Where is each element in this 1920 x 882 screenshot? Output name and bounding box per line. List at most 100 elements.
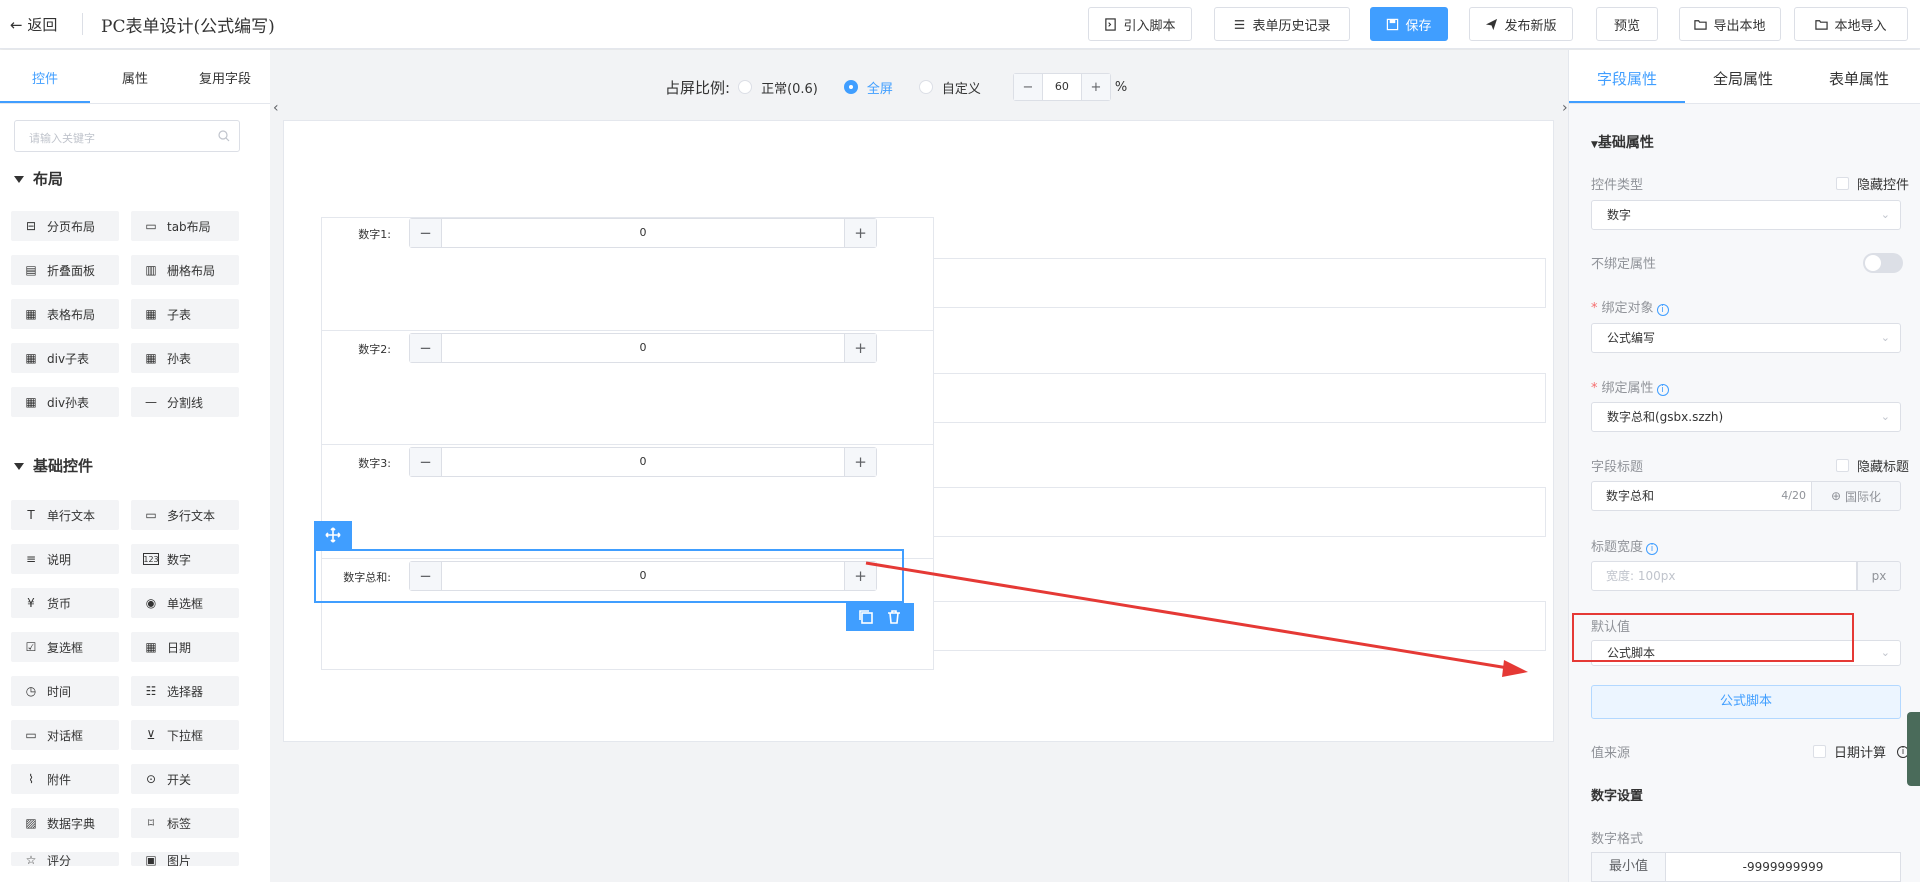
number-input-3[interactable]: −0 +: [409, 447, 877, 477]
number-input-sum[interactable]: −0 +: [409, 561, 877, 591]
globe-icon: ⊕: [1830, 489, 1842, 503]
zoom-value[interactable]: 60: [1041, 74, 1082, 100]
min-label: 最小值: [1591, 852, 1665, 882]
comp-collapse-panel[interactable]: ▤ 折叠面板: [11, 255, 119, 285]
comp-subtable[interactable]: ▦ 子表: [131, 299, 239, 329]
trash-icon[interactable]: [886, 609, 902, 625]
dialog-icon: ▭: [25, 728, 37, 742]
unbind-toggle[interactable]: [1863, 253, 1903, 273]
ratio-normal-radio[interactable]: 正常(0.6): [738, 78, 818, 97]
comp-attachment[interactable]: ⌇ 附件: [11, 764, 119, 794]
i18n-button[interactable]: ⊕ 国际化: [1811, 481, 1901, 511]
formula-script-button[interactable]: 公式脚本: [1591, 685, 1901, 719]
comp-radio[interactable]: ◉ 单选框: [131, 588, 239, 618]
plus-button[interactable]: +: [844, 219, 876, 247]
back-button[interactable]: ← 返回: [10, 14, 57, 35]
caret-down-icon: [14, 463, 24, 470]
comp-divider[interactable]: — 分割线: [131, 387, 239, 417]
number-icon: 123: [143, 553, 159, 565]
comp-grandchild-table[interactable]: ▦ 孙表: [131, 343, 239, 373]
plus-button[interactable]: +: [844, 448, 876, 476]
comp-dialog[interactable]: ▭ 对话框: [11, 720, 119, 750]
plus-button[interactable]: +: [844, 334, 876, 362]
bind-prop-select[interactable]: 数字总和(gsbx.szzh) ⌄: [1591, 402, 1901, 432]
chevron-right-icon[interactable]: ›: [1562, 100, 1568, 116]
copy-icon[interactable]: [858, 609, 874, 625]
comp-image[interactable]: ▣ 图片: [131, 852, 239, 866]
comp-page-layout[interactable]: ⊟ 分页布局: [11, 211, 119, 241]
minus-button[interactable]: −: [410, 562, 442, 590]
search-input[interactable]: 请输入关键字: [14, 120, 240, 152]
tab-controls[interactable]: 控件: [0, 68, 90, 87]
comp-div-subtable[interactable]: ▦ div子表: [11, 343, 119, 373]
tab-global-properties[interactable]: 全局属性: [1685, 68, 1801, 89]
text-icon: T: [27, 508, 35, 522]
minus-button[interactable]: −: [410, 448, 442, 476]
move-handle[interactable]: [314, 521, 352, 549]
plus-button[interactable]: +: [844, 562, 876, 590]
tab-reuse-fields[interactable]: 复用字段: [180, 68, 270, 87]
selector-icon: ☷: [145, 684, 157, 698]
basic-properties-header[interactable]: ▼基础属性: [1591, 132, 1654, 152]
tab-properties[interactable]: 属性: [90, 68, 180, 87]
zoom-minus-button[interactable]: −: [1013, 74, 1042, 100]
comp-table-layout[interactable]: ▦ 表格布局: [11, 299, 119, 329]
title-width-input[interactable]: 宽度: 100px: [1591, 561, 1857, 591]
chevron-left-icon[interactable]: ‹: [273, 100, 279, 116]
info-icon[interactable]: i: [1646, 543, 1659, 555]
comp-rating[interactable]: ☆ 评分: [11, 852, 119, 866]
comp-time[interactable]: ◷ 时间: [11, 676, 119, 706]
comp-description[interactable]: ≡ 说明: [11, 544, 119, 574]
field-title-input[interactable]: 数字总和 4/20: [1591, 481, 1811, 511]
bind-object-select[interactable]: 公式编写 ⌄: [1591, 323, 1901, 353]
image-icon: ▣: [145, 853, 157, 866]
date-calc-checkbox[interactable]: 日期计算 i: [1812, 742, 1909, 761]
comp-tag[interactable]: ⌑ 标签: [131, 808, 239, 838]
minus-button[interactable]: −: [410, 334, 442, 362]
min-value-input[interactable]: -9999999999: [1665, 852, 1901, 882]
hide-control-checkbox[interactable]: 隐藏控件: [1835, 174, 1909, 193]
comp-single-text[interactable]: T 单行文本: [11, 500, 119, 530]
basic-section-header[interactable]: 基础控件: [14, 455, 93, 476]
comp-multi-text[interactable]: ▭ 多行文本: [131, 500, 239, 530]
comp-grid-layout[interactable]: ▥ 栅格布局: [131, 255, 239, 285]
comp-data-dictionary[interactable]: ▨ 数据字典: [11, 808, 119, 838]
comp-switch[interactable]: ⊙ 开关: [131, 764, 239, 794]
table-icon: ▦: [25, 395, 37, 409]
layout-section-header[interactable]: 布局: [14, 168, 63, 189]
tab-field-properties[interactable]: 字段属性: [1569, 68, 1685, 89]
comp-currency[interactable]: ¥ 货币: [11, 588, 119, 618]
number-input-1[interactable]: −0 +: [409, 218, 877, 248]
side-widget[interactable]: [1907, 712, 1920, 786]
dropdown-icon: ⊻: [146, 728, 156, 742]
zoom-stepper[interactable]: − 60 +: [1012, 73, 1111, 101]
tab-form-properties[interactable]: 表单属性: [1801, 68, 1917, 89]
number-input-2[interactable]: −0 +: [409, 333, 877, 363]
publish-button[interactable]: 发布新版: [1469, 7, 1573, 41]
save-button[interactable]: 保存: [1370, 7, 1448, 41]
control-type-select[interactable]: 数字 ⌄: [1591, 200, 1901, 230]
zoom-plus-button[interactable]: +: [1081, 74, 1110, 100]
export-local-button[interactable]: 导出本地: [1679, 7, 1781, 41]
hide-title-checkbox[interactable]: 隐藏标题: [1835, 456, 1909, 475]
comp-div-grandchild-table[interactable]: ▦ div孙表: [11, 387, 119, 417]
info-icon[interactable]: i: [1656, 304, 1669, 316]
px-unit: px: [1857, 561, 1901, 591]
comp-dropdown[interactable]: ⊻ 下拉框: [131, 720, 239, 750]
form-history-button[interactable]: 表单历史记录: [1214, 7, 1350, 41]
preview-button[interactable]: 预览: [1596, 7, 1658, 41]
comp-checkbox[interactable]: ☑ 复选框: [11, 632, 119, 662]
field-title-label: 字段标题: [1591, 460, 1644, 475]
min-value-row: 最小值 -9999999999: [1591, 852, 1901, 882]
info-icon[interactable]: i: [1656, 384, 1669, 396]
comp-date[interactable]: ▦ 日期: [131, 632, 239, 662]
ratio-fullscreen-radio[interactable]: 全屏: [843, 78, 893, 97]
minus-button[interactable]: −: [410, 219, 442, 247]
import-script-button[interactable]: 引入脚本: [1088, 7, 1192, 41]
comp-number[interactable]: 123 数字: [131, 544, 239, 574]
top-bar: ← 返回 PC表单设计(公式编写) 引入脚本 表单历史记录 保存 发布新版 预览…: [0, 0, 1920, 49]
comp-selector[interactable]: ☷ 选择器: [131, 676, 239, 706]
ratio-custom-radio[interactable]: 自定义: [918, 78, 981, 97]
import-local-button[interactable]: 本地导入: [1794, 7, 1908, 41]
comp-tab-layout[interactable]: ▭ tab布局: [131, 211, 239, 241]
